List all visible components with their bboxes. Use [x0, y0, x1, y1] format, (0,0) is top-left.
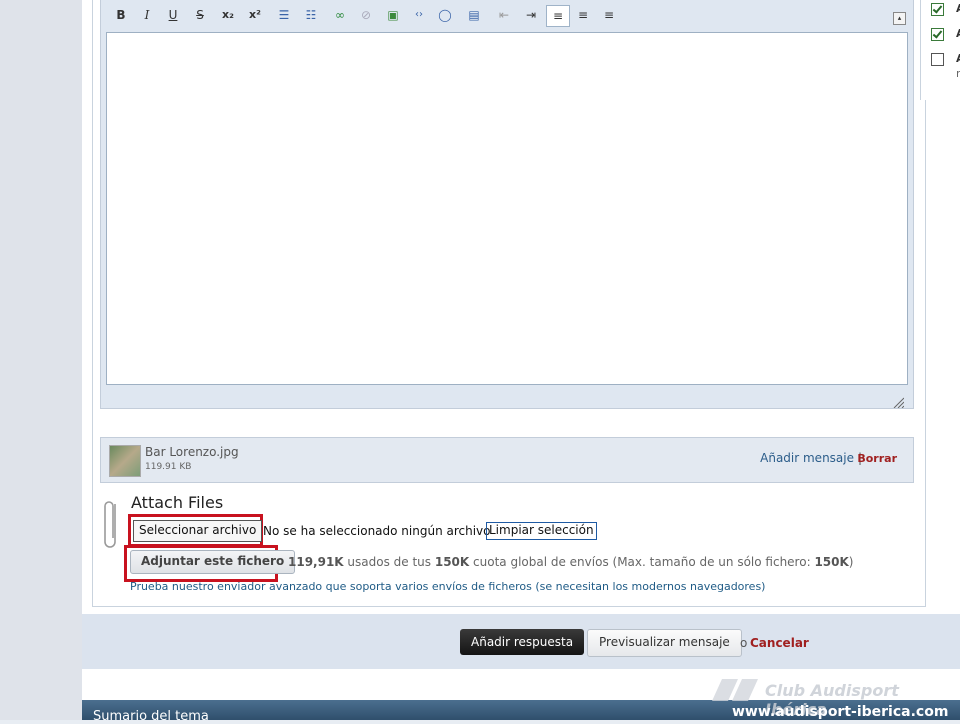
- cancel-link[interactable]: Cancelar: [750, 636, 809, 650]
- upload-file-button[interactable]: Adjuntar este fichero: [130, 550, 296, 574]
- option-1-label: A: [956, 2, 960, 15]
- align-right-icon[interactable]: ≡: [601, 5, 617, 25]
- media-icon[interactable]: ▤: [466, 5, 482, 25]
- resize-handle-icon[interactable]: [892, 396, 904, 408]
- bold-button[interactable]: B: [114, 5, 128, 25]
- advanced-uploader-link[interactable]: Prueba nuestro enviador avanzado que sop…: [130, 580, 765, 593]
- insert-into-message-link[interactable]: Añadir mensaje: [760, 451, 854, 465]
- subscript-button[interactable]: x₂: [219, 5, 237, 25]
- collapse-toolbar-button[interactable]: ▴: [893, 12, 906, 25]
- left-gutter: [0, 0, 82, 720]
- quota-total: 150K: [434, 555, 470, 569]
- code-icon[interactable]: ‹›: [411, 5, 427, 25]
- align-center-icon[interactable]: ≡: [575, 5, 591, 25]
- paperclip-icon: [104, 501, 116, 548]
- image-icon[interactable]: ▣: [385, 5, 401, 25]
- strikethrough-button[interactable]: S: [193, 5, 207, 25]
- option-3-checkbox[interactable]: [931, 53, 944, 66]
- upload-quota-text: 119,91K usados de tus 150K cuota global …: [288, 555, 853, 569]
- attachment-row: Bar Lorenzo.jpg 119.91 KB Añadir mensaje…: [100, 437, 914, 483]
- attachment-file-name: Bar Lorenzo.jpg: [145, 445, 239, 459]
- watermark-logo-icon: [712, 679, 758, 701]
- italic-button[interactable]: I: [140, 5, 154, 25]
- option-3-label: A: [956, 52, 960, 65]
- option-1-checkbox[interactable]: [931, 3, 944, 16]
- thread-summary-title: Sumario del tema: [93, 709, 209, 724]
- quota-text-1: usados de tus: [343, 555, 435, 569]
- message-textarea[interactable]: [106, 32, 908, 385]
- indent-icon[interactable]: ⇥: [523, 5, 539, 25]
- align-left-icon[interactable]: ≡: [546, 5, 570, 27]
- or-text: o: [740, 636, 748, 650]
- quote-icon[interactable]: ◯: [437, 5, 453, 25]
- submit-reply-button[interactable]: Añadir respuesta: [460, 629, 585, 655]
- quota-used: 119,91K: [288, 555, 344, 569]
- preview-post-button[interactable]: Previsualizar mensaje: [587, 629, 742, 657]
- option-3-sublabel: r: [956, 67, 960, 80]
- right-options-panel: A A A r: [920, 0, 960, 100]
- option-2-label: A: [956, 27, 960, 40]
- no-file-selected-text: No se ha seleccionado ningún archivo: [263, 524, 491, 538]
- attach-files-title: Attach Files: [131, 493, 224, 512]
- watermark-url: www.audisport-iberica.com: [732, 704, 949, 720]
- attachment-file-size: 119.91 KB: [145, 462, 192, 472]
- bulleted-list-icon[interactable]: ☰: [276, 5, 292, 25]
- editor-toolbar: B I U S x₂ x² ☰ ☷ ∞ ⊘ ▣ ‹› ◯ ▤ ⇤ ⇥ ≡ ≡ ≡: [106, 2, 906, 28]
- numbered-list-icon[interactable]: ☷: [303, 5, 319, 25]
- unlink-icon[interactable]: ⊘: [358, 5, 374, 25]
- quota-text-2: cuota global de envíos (Max. tamaño de u…: [469, 555, 815, 569]
- superscript-button[interactable]: x²: [246, 5, 264, 25]
- choose-file-button[interactable]: Seleccionar archivo: [133, 520, 263, 542]
- quota-text-3: ): [848, 555, 854, 569]
- quota-max-file: 150K: [814, 555, 849, 569]
- link-icon[interactable]: ∞: [332, 5, 348, 25]
- underline-button[interactable]: U: [166, 5, 180, 25]
- attachment-thumbnail: [109, 445, 141, 477]
- clear-selection-button[interactable]: Limpiar selección: [486, 522, 597, 540]
- option-2-checkbox[interactable]: [931, 28, 944, 41]
- delete-attachment-link[interactable]: Borrar: [857, 452, 897, 465]
- outdent-icon[interactable]: ⇤: [496, 5, 512, 25]
